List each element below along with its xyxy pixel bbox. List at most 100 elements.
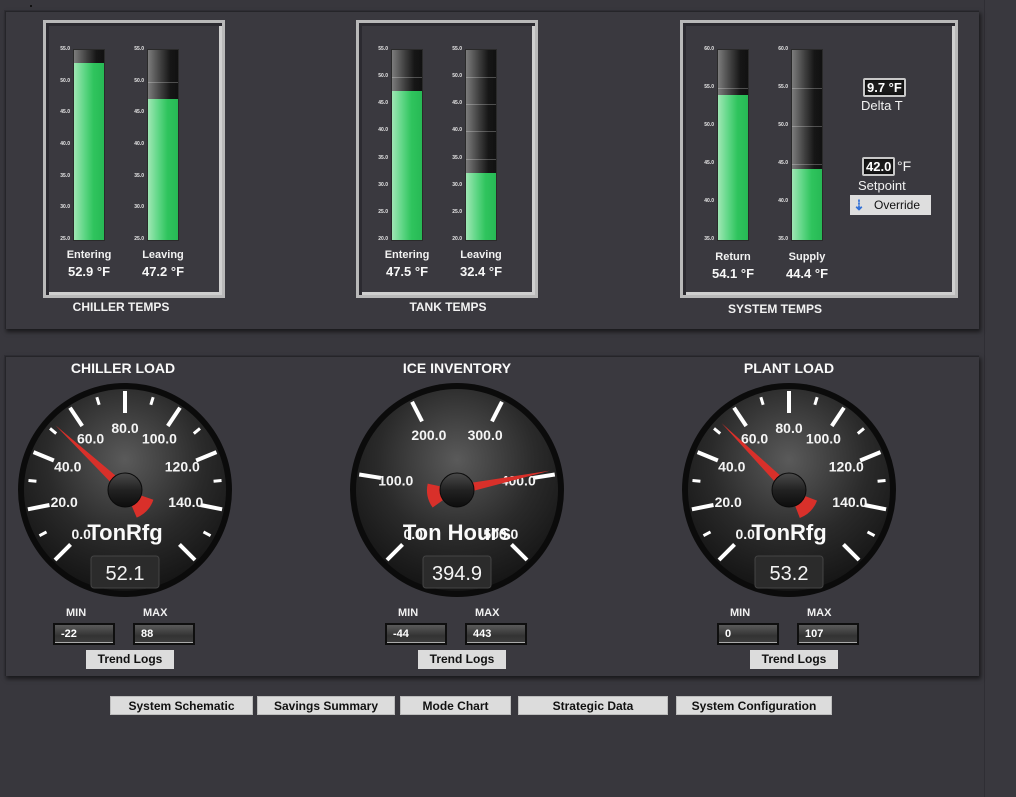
gauge-value: 52.1 (106, 563, 145, 585)
chiller-temps-title: CHILLER TEMPS (72, 300, 170, 314)
setpoint-readout[interactable]: 42.0 (862, 157, 896, 176)
gauge-tick-label: 60.0 (741, 430, 768, 446)
min-label: MIN (66, 607, 87, 619)
max-value: 107 (797, 623, 859, 645)
tick-label: 40.0 (134, 141, 144, 147)
tick-label: 55.0 (378, 46, 388, 52)
tick-label: 35.0 (452, 155, 462, 161)
thermometer-supply (791, 49, 823, 241)
thermometer-value: 47.5 °F (385, 264, 429, 279)
tick-label: 45.0 (134, 109, 144, 115)
thermometer-leaving (147, 49, 179, 241)
min-value: 0 (717, 623, 779, 645)
tick-label: 60.0 (704, 46, 714, 52)
tick-label: 50.0 (704, 122, 714, 128)
thermometer-fill (74, 63, 104, 240)
tick-label: 25.0 (60, 236, 70, 242)
system-temps-title: SYSTEM TEMPS (727, 302, 822, 316)
tick-label: 40.0 (60, 141, 70, 147)
thermometer-fill (792, 168, 822, 240)
gauge-value: 53.2 (770, 563, 809, 585)
thermometer-leaving (465, 49, 497, 241)
tick-label: 35.0 (60, 173, 70, 179)
nav-system-schematic[interactable]: System Schematic (110, 696, 253, 715)
thermometer-value: 32.4 °F (459, 264, 503, 279)
thermometer-value: 47.2 °F (141, 264, 185, 279)
tick-label: 25.0 (452, 209, 462, 215)
gridline (148, 82, 178, 83)
gauge-tick-label: 100.0 (142, 430, 177, 446)
tick-label: 25.0 (134, 236, 144, 242)
tick-label: 55.0 (704, 84, 714, 90)
minor-tick (213, 478, 222, 483)
tick-label: 55.0 (60, 46, 70, 52)
right-edge-strip (984, 0, 1016, 797)
stray-pixel (30, 5, 32, 7)
gauge-tick-label: 120.0 (165, 458, 200, 474)
max-value: 88 (133, 623, 195, 645)
tick-label: 30.0 (60, 204, 70, 210)
trend-logs-button[interactable]: Trend Logs (418, 650, 506, 669)
tick-label: 55.0 (778, 84, 788, 90)
tick-label: 45.0 (452, 100, 462, 106)
tick-label: 40.0 (452, 127, 462, 133)
thermometer-fill (466, 172, 496, 240)
delta-t-readout: 9.7 °F (863, 78, 906, 97)
thermometer-entering (73, 49, 105, 241)
gauge-tick-label: 140.0 (832, 494, 867, 510)
gauge-value: 394.9 (432, 563, 482, 585)
tick-label: 55.0 (134, 46, 144, 52)
tick-label: 50.0 (378, 73, 388, 79)
thermometer-fill (392, 90, 422, 240)
gauge-unit: TonRfg (87, 520, 162, 545)
gauge-tick-label: 200.0 (411, 427, 446, 443)
tick-label: 45.0 (378, 100, 388, 106)
tick-label: 30.0 (452, 182, 462, 188)
tick-label: 35.0 (778, 236, 788, 242)
trend-logs-button[interactable]: Trend Logs (750, 650, 838, 669)
tick-label: 50.0 (134, 78, 144, 84)
tick-label: 35.0 (704, 236, 714, 242)
tick-label: 35.0 (378, 155, 388, 161)
gridline (466, 159, 496, 160)
tick-label: 45.0 (60, 109, 70, 115)
delta-t-label: Delta T (861, 98, 903, 113)
tick-label: 50.0 (778, 122, 788, 128)
max-label: MAX (807, 607, 832, 619)
tick-label: 50.0 (60, 78, 70, 84)
min-value: -44 (385, 623, 447, 645)
gauge-tick-label: 60.0 (77, 430, 104, 446)
thermometer-value: 54.1 °F (711, 266, 755, 281)
gridline (466, 131, 496, 132)
override-button[interactable]: ⇣ Override (850, 195, 931, 215)
tick-label: 20.0 (452, 236, 462, 242)
nav-mode-chart[interactable]: Mode Chart (400, 696, 511, 715)
gauge-tick-label: 20.0 (715, 494, 742, 510)
gridline (792, 88, 822, 89)
gridline (466, 77, 496, 78)
trend-logs-button[interactable]: Trend Logs (86, 650, 174, 669)
minor-tick (28, 478, 37, 483)
tick-label: 35.0 (134, 173, 144, 179)
gridline (392, 77, 422, 78)
gauge-hub (439, 472, 475, 508)
tick-label: 55.0 (452, 46, 462, 52)
nav-strategic-data[interactable]: Strategic Data (518, 696, 668, 715)
tick-label: 40.0 (378, 127, 388, 133)
thermometer-label: Entering (66, 249, 112, 261)
tick-label: 45.0 (778, 160, 788, 166)
thermometer-fill (148, 99, 178, 240)
gauge-chiller-load: 0.020.040.060.080.0100.0120.0140.0TonRfg… (18, 383, 232, 597)
thermometer-label: Supply (788, 251, 826, 263)
tick-label: 40.0 (704, 198, 714, 204)
gauge-tick-label: 100.0 (378, 472, 413, 488)
max-label: MAX (143, 607, 168, 619)
gauge-tick-label: 300.0 (468, 427, 503, 443)
nav-savings-summary[interactable]: Savings Summary (257, 696, 395, 715)
thermometer-return (717, 49, 749, 241)
tick-label: 60.0 (778, 46, 788, 52)
setpoint-unit: °F (897, 158, 912, 174)
nav-system-configuration[interactable]: System Configuration (676, 696, 832, 715)
min-label: MIN (398, 607, 419, 619)
gauge-tick-label: 140.0 (168, 494, 203, 510)
